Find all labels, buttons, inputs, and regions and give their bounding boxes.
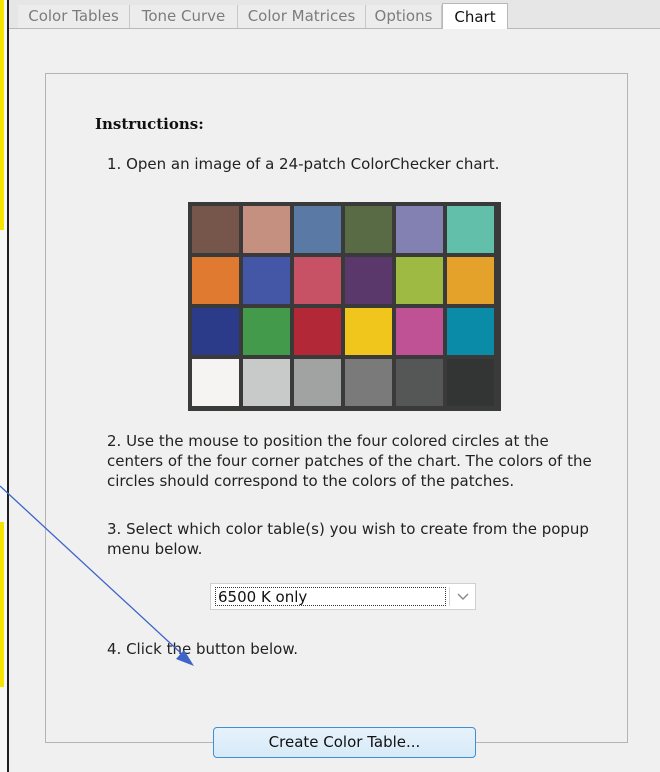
- popup-divider: [449, 587, 450, 606]
- highlight-marker-bottom: [0, 522, 4, 687]
- color-patch: [345, 308, 392, 355]
- color-patch: [447, 359, 494, 406]
- tab-options[interactable]: Options: [366, 5, 442, 28]
- color-patch: [294, 206, 341, 253]
- tab-chart[interactable]: Chart: [442, 3, 508, 30]
- color-patch: [243, 359, 290, 406]
- color-patch: [396, 308, 443, 355]
- color-patch: [192, 308, 239, 355]
- color-patch: [294, 359, 341, 406]
- color-patch: [447, 308, 494, 355]
- color-patch: [243, 308, 290, 355]
- instructions-groupbox: Instructions: 1. Open an image of a 24-p…: [45, 73, 628, 758]
- colorchecker-chart-image: [188, 202, 501, 411]
- instruction-step-3: 3. Select which color table(s) you wish …: [107, 520, 589, 558]
- color-patch: [345, 257, 392, 304]
- instruction-step-1: 1. Open an image of a 24-patch ColorChec…: [107, 155, 500, 173]
- tab-bar: Color Tables Tone Curve Color Matrices O…: [9, 0, 660, 30]
- color-table-popup-value: 6500 K only: [215, 587, 446, 606]
- instruction-step-2: 2. Use the mouse to position the four co…: [107, 432, 592, 490]
- color-patch: [243, 206, 290, 253]
- color-patch: [396, 359, 443, 406]
- chart-tab-panel: Instructions: 1. Open an image of a 24-p…: [9, 29, 660, 772]
- color-patch: [345, 359, 392, 406]
- tab-tone-curve[interactable]: Tone Curve: [130, 5, 238, 28]
- color-patch: [447, 257, 494, 304]
- color-patch: [345, 206, 392, 253]
- tab-color-matrices[interactable]: Color Matrices: [238, 5, 366, 28]
- chevron-down-icon[interactable]: [454, 587, 472, 606]
- instruction-step-4: 4. Click the button below.: [107, 640, 298, 658]
- color-patch: [294, 257, 341, 304]
- color-patch: [192, 206, 239, 253]
- color-patch: [243, 257, 290, 304]
- color-patch: [294, 308, 341, 355]
- tab-color-tables[interactable]: Color Tables: [18, 5, 130, 28]
- color-patch: [447, 206, 494, 253]
- create-color-table-button[interactable]: Create Color Table...: [213, 727, 476, 758]
- color-patch: [192, 257, 239, 304]
- color-patch: [396, 257, 443, 304]
- highlight-marker-top: [0, 0, 4, 230]
- color-patch: [396, 206, 443, 253]
- color-patch: [192, 359, 239, 406]
- instructions-heading: Instructions:: [95, 115, 204, 133]
- color-table-popup[interactable]: 6500 K only: [210, 583, 476, 610]
